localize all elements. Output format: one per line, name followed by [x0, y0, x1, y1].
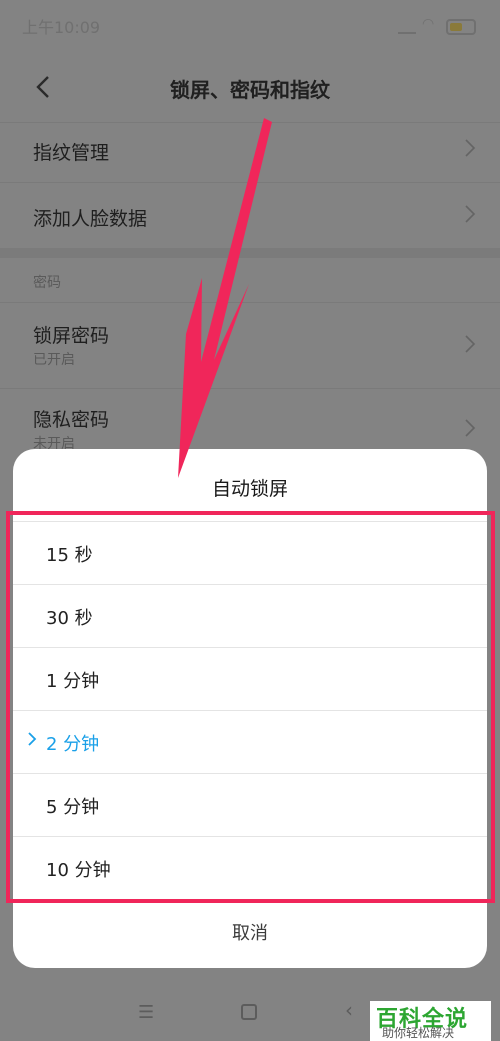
- nav-bar: 锁屏、密码和指纹: [0, 52, 500, 122]
- settings-item-fingerprint[interactable]: 指纹管理: [0, 122, 500, 183]
- dialog-title: 自动锁屏: [211, 478, 288, 500]
- annotation-highlight-box: [6, 511, 495, 903]
- status-time: 上午10:09: [22, 18, 101, 37]
- section-header-password: 密码: [33, 275, 61, 291]
- status-icons: ◠: [398, 16, 478, 35]
- nav-back-icon[interactable]: ‹: [345, 998, 353, 1022]
- signal-icon: [398, 18, 416, 34]
- home-icon[interactable]: [241, 1004, 257, 1020]
- menu-icon[interactable]: ☰: [138, 1002, 154, 1023]
- chevron-right-icon: [464, 203, 476, 231]
- wifi-icon: ◠: [422, 16, 435, 32]
- cancel-button[interactable]: 取消: [13, 901, 487, 967]
- settings-item-label: 添加人脸数据: [33, 208, 148, 230]
- settings-item-face[interactable]: 添加人脸数据: [0, 182, 500, 249]
- settings-item-status: 已开启: [33, 352, 75, 368]
- settings-item-label: 锁屏密码: [33, 325, 110, 347]
- section-divider: [0, 248, 500, 258]
- chevron-right-icon: [464, 417, 476, 445]
- settings-item-lock-password[interactable]: 锁屏密码 已开启: [0, 302, 500, 389]
- status-bar: 上午10:09 ◠: [0, 0, 500, 52]
- page-title: 锁屏、密码和指纹: [170, 78, 330, 102]
- battery-icon: [446, 19, 476, 35]
- settings-item-label: 隐私密码: [33, 409, 110, 431]
- watermark-logo: 百科全说 助你轻松解决: [370, 1001, 491, 1041]
- watermark-subtitle: 助你轻松解决: [382, 1026, 455, 1040]
- chevron-right-icon: [464, 333, 476, 361]
- settings-item-label: 指纹管理: [33, 142, 110, 164]
- chevron-right-icon: [464, 137, 476, 165]
